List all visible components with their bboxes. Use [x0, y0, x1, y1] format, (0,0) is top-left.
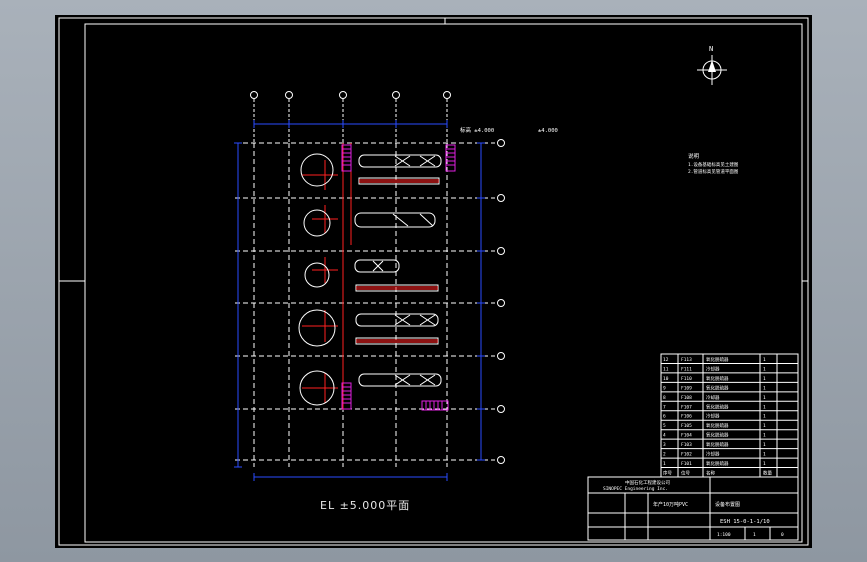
- table-cell: F109: [681, 385, 692, 391]
- axis-bubbles-top: [250, 91, 451, 143]
- company-line-1: 中国石化工程建设公司: [625, 479, 670, 486]
- sheet-number: 1: [753, 532, 756, 538]
- table-cell: 氧化脱硫器: [706, 375, 729, 382]
- plan-title: EL ±5.000平面: [320, 499, 411, 512]
- table-cell: 3: [663, 442, 666, 448]
- table-cell: 位号: [681, 470, 690, 477]
- table-cell: 9: [663, 385, 666, 391]
- revision: 0: [781, 532, 784, 538]
- table-cell: 氧化脱硫器: [706, 460, 729, 467]
- table-cell: 数量: [763, 470, 772, 477]
- table-cell: 5: [663, 423, 666, 429]
- vessels: [298, 153, 336, 406]
- sheet-name: 设备布置图: [715, 501, 740, 508]
- vessel-circle: [298, 309, 336, 347]
- table-cell: 1: [763, 423, 766, 429]
- table-cell: 1: [763, 452, 766, 458]
- table-cell: F105: [681, 423, 692, 429]
- drawing-sheet: N 标高 ±4.000 ±4.000 说明 1.设备基础标高见土建图 2.管道标…: [55, 15, 812, 548]
- table-cell: 1: [763, 404, 766, 410]
- dimension-right: [477, 142, 485, 461]
- dimension-bottom: [253, 473, 448, 481]
- dimension-left: [234, 142, 242, 468]
- project-name: 年产10万吨PVC: [653, 501, 688, 508]
- table-cell: 1: [663, 461, 666, 467]
- north-label: N: [709, 45, 713, 53]
- table-cell: 冷却器: [706, 413, 720, 420]
- elevation-note-2: ±4.000: [538, 128, 558, 134]
- outer-frame: [58, 17, 809, 546]
- table-cell: F103: [681, 442, 692, 448]
- table-cell: 氧化脱硫器: [706, 441, 729, 448]
- table-cell: 1: [763, 433, 766, 439]
- table-cell: 冷却器: [706, 394, 720, 401]
- grid-rows: [235, 142, 495, 461]
- table-cell: F110: [681, 376, 692, 382]
- table-cell: 1: [763, 376, 766, 382]
- axis-bubbles-right: [497, 139, 505, 464]
- vessel-circle: [300, 153, 334, 187]
- table-cell: 1: [763, 414, 766, 420]
- notes-line-1: 1.设备基础标高见土建图: [688, 161, 739, 168]
- table-cell: 序号: [663, 470, 672, 477]
- table-cell: 2: [663, 452, 666, 458]
- drawing-scale: 1:100: [717, 532, 731, 538]
- drawing-number: ESH 15-0-1-1/10: [720, 519, 770, 525]
- table-cell: 6: [663, 414, 666, 420]
- table-cell: 氧化脱硫器: [706, 432, 729, 439]
- table-cell: 氧化脱硫器: [706, 403, 729, 410]
- table-cell: F101: [681, 461, 692, 467]
- table-cell: 8: [663, 395, 666, 401]
- company-line-2: SINOPEC Engineering Inc.: [603, 486, 668, 492]
- elevation-note-1: 标高 ±4.000: [460, 126, 494, 134]
- table-cell: F107: [681, 404, 692, 410]
- table-cell: 氧化脱硫器: [706, 384, 729, 391]
- table-cell: 名称: [706, 470, 715, 477]
- table-cell: 氧化脱硫器: [706, 356, 729, 363]
- table-cell: F104: [681, 433, 692, 439]
- vessel-circle: [303, 209, 331, 237]
- north-arrow: [697, 55, 727, 85]
- table-cell: 1: [763, 385, 766, 391]
- drawing-canvas: N 标高 ±4.000 ±4.000 说明 1.设备基础标高见土建图 2.管道标…: [58, 17, 809, 546]
- table-cell: 冷却器: [706, 451, 720, 458]
- table-cell: F102: [681, 452, 692, 458]
- table-cell: 1: [763, 366, 766, 372]
- table-cell: F108: [681, 395, 692, 401]
- table-cell: 氧化脱硫器: [706, 422, 729, 429]
- notes-line-2: 2.管道标高见管道平面图: [688, 168, 739, 175]
- table-cell: 1: [763, 461, 766, 467]
- inner-frame: [84, 23, 803, 543]
- notes-heading: 说明: [688, 152, 700, 160]
- table-cell: 冷却器: [706, 365, 720, 372]
- equipment-units: [354, 154, 442, 387]
- table-cell: F113: [681, 357, 692, 363]
- table-cell: F111: [681, 366, 692, 372]
- table-cell: 4: [663, 433, 666, 439]
- cad-viewport[interactable]: N 标高 ±4.000 ±4.000 说明 1.设备基础标高见土建图 2.管道标…: [0, 0, 867, 562]
- table-cell: 11: [663, 366, 669, 372]
- table-cell: 1: [763, 395, 766, 401]
- table-cell: 7: [663, 404, 666, 410]
- table-cell: 1: [763, 442, 766, 448]
- table-cell: F106: [681, 414, 692, 420]
- hatch-supports: [341, 144, 456, 411]
- dimension-top: [253, 120, 448, 128]
- table-cell: 1: [763, 357, 766, 363]
- table-cell: 12: [663, 357, 669, 363]
- table-cell: 10: [663, 376, 669, 382]
